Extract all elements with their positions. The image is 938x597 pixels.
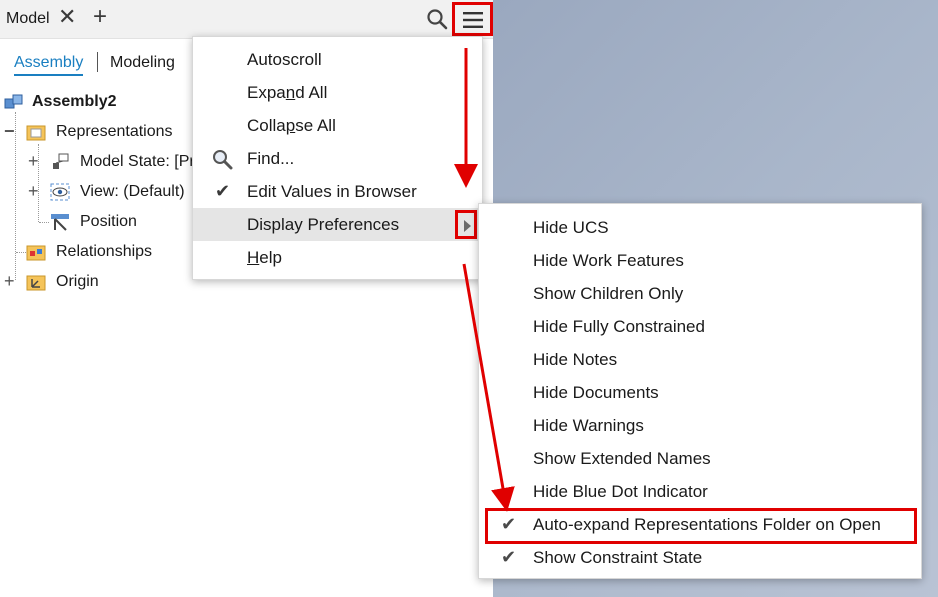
menu-item-label: Show Constraint State [533, 548, 703, 567]
menu-item-collapse-all[interactable]: Collapse All [193, 109, 482, 142]
submenu-item-hide-blue-dot-indicator[interactable]: Hide Blue Dot Indicator [479, 475, 921, 508]
menu-item-label: Hide Documents [533, 383, 659, 402]
submenu-item-auto-expand-representations[interactable]: ✔ Auto-expand Representations Folder on … [479, 508, 921, 544]
menu-item-find[interactable]: Find... [193, 142, 482, 175]
menu-item-label: Display Preferences [247, 215, 400, 234]
tree-item-view[interactable]: + View: (Default) [28, 178, 194, 206]
menu-item-label: Show Children Only [533, 284, 684, 303]
submenu-item-hide-notes[interactable]: Hide Notes [479, 343, 921, 376]
menu-item-label: Help [247, 248, 282, 267]
menu-item-label: Autoscroll [247, 50, 322, 69]
submenu-arrow-icon[interactable] [455, 210, 477, 239]
find-icon [213, 150, 233, 170]
tree-item-assembly2[interactable]: Assembly2 [4, 88, 194, 116]
submenu-item-hide-documents[interactable]: Hide Documents [479, 376, 921, 409]
model-tab-label[interactable]: Model [6, 10, 50, 28]
subtab-divider [97, 52, 98, 72]
tree-item-model-state[interactable]: + Model State: [Pr [28, 148, 195, 176]
representations-folder-icon [26, 125, 46, 141]
position-icon [51, 214, 69, 231]
submenu-item-show-children-only[interactable]: Show Children Only [479, 277, 921, 310]
tree-label: Position [80, 213, 137, 230]
menu-item-display-preferences[interactable]: Display Preferences [193, 208, 482, 241]
menu-item-edit-values[interactable]: ✔ Edit Values in Browser [193, 175, 482, 208]
menu-item-label: Find... [247, 149, 295, 168]
browser-menu-button[interactable] [452, 2, 493, 36]
menu-item-label: Collapse All [247, 116, 336, 135]
tree-label: Representations [56, 123, 173, 140]
menu-item-autoscroll[interactable]: Autoscroll [193, 43, 482, 76]
submenu-item-hide-fully-constrained[interactable]: Hide Fully Constrained [479, 310, 921, 343]
menu-item-label: Hide Notes [533, 350, 618, 369]
tree-label: Relationships [56, 243, 153, 260]
menu-item-expand-all[interactable]: Expand All [193, 76, 482, 109]
submenu-item-hide-warnings[interactable]: Hide Warnings [479, 409, 921, 442]
expand-icon[interactable]: + [4, 272, 15, 290]
expand-icon[interactable]: + [28, 182, 39, 200]
check-icon: ✔ [501, 547, 517, 567]
origin-folder-icon [26, 275, 46, 291]
tree-item-origin[interactable]: + Origin [4, 268, 194, 296]
submenu-item-show-constraint-state[interactable]: ✔ Show Constraint State [479, 541, 921, 574]
tree-item-representations[interactable]: − Representations [4, 118, 194, 146]
browser-options-menu: Autoscroll Expand All Collapse All Find.… [192, 36, 483, 280]
tree-label: View: (Default) [80, 183, 185, 200]
check-icon: ✔ [501, 514, 517, 534]
collapse-icon[interactable]: − [4, 122, 15, 140]
browser-subtabs: Assembly Modeling [0, 50, 200, 76]
menu-item-help[interactable]: Help [193, 241, 482, 274]
tree-item-position[interactable]: Position [28, 208, 194, 236]
assembly-icon [4, 94, 23, 109]
tab-modeling[interactable]: Modeling [110, 54, 175, 72]
check-icon: ✔ [215, 181, 231, 201]
tree-label: Model State: [Pr [80, 153, 195, 170]
menu-item-label: Show Extended Names [533, 449, 711, 468]
submenu-item-hide-work-features[interactable]: Hide Work Features [479, 244, 921, 277]
submenu-item-show-extended-names[interactable]: Show Extended Names [479, 442, 921, 475]
close-icon[interactable]: ✕ [58, 6, 76, 28]
view-eye-icon [50, 183, 70, 201]
submenu-item-hide-ucs[interactable]: Hide UCS [479, 211, 921, 244]
model-state-icon [53, 153, 69, 169]
tree-label: Origin [56, 273, 99, 290]
relationships-folder-icon [26, 245, 46, 261]
menu-item-label: Edit Values in Browser [247, 182, 417, 201]
search-icon[interactable] [426, 8, 448, 30]
menu-item-label: Hide Blue Dot Indicator [533, 482, 708, 501]
menu-item-label: Hide Fully Constrained [533, 317, 705, 336]
menu-item-label: Hide UCS [533, 218, 609, 237]
hamburger-menu-icon [463, 12, 483, 28]
menu-item-label: Auto-expand Representations Folder on Op… [533, 515, 881, 534]
browser-tab-bar: Model ✕ + [0, 0, 493, 39]
add-tab-icon[interactable]: + [93, 5, 107, 29]
tree-label: Assembly2 [32, 93, 117, 110]
tab-assembly[interactable]: Assembly [14, 54, 84, 76]
menu-item-label: Expand All [247, 83, 328, 102]
menu-item-label: Hide Work Features [533, 251, 684, 270]
expand-icon[interactable]: + [28, 152, 39, 170]
menu-item-label: Hide Warnings [533, 416, 644, 435]
tree-item-relationships[interactable]: Relationships [4, 238, 194, 266]
display-preferences-submenu: Hide UCS Hide Work Features Show Childre… [478, 203, 922, 579]
